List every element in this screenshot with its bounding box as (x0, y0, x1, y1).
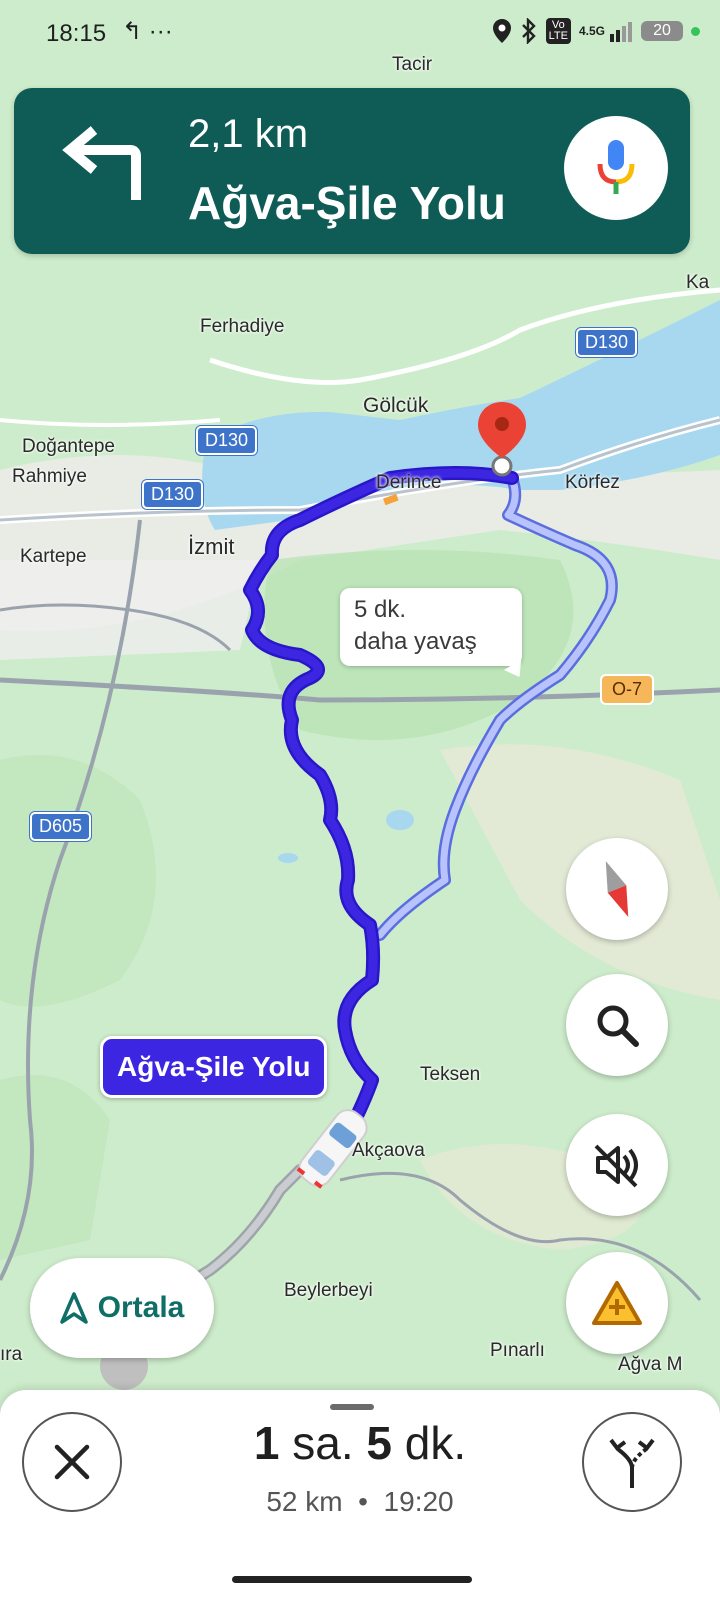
alt-route-desc: daha yavaş (354, 628, 477, 655)
place-label-kartepe: Kartepe (20, 546, 87, 567)
place-label-dogantepe: Doğantepe (22, 436, 115, 457)
location-icon (492, 19, 511, 43)
place-label-ira: ıra (0, 1344, 23, 1365)
place-label-derince: Derince (376, 472, 442, 493)
eta-hours-unit: sa. (292, 1417, 354, 1469)
trip-separator: • (358, 1486, 368, 1517)
road-shield-d605: D605 (30, 812, 92, 841)
trip-distance: 52 km (266, 1486, 343, 1517)
bluetooth-icon (521, 18, 536, 44)
road-shield-d130: D130 (142, 480, 204, 509)
status-bar: 18:15 ↰ ··· Vo LTE 4.5G 20 (0, 0, 720, 70)
road-shield-d130: D130 (196, 426, 258, 455)
report-incident-button[interactable] (566, 1252, 668, 1354)
place-label-rahmiye: Rahmiye (12, 466, 87, 487)
navigation-instruction-card[interactable]: 2,1 km Ağva-Şile Yolu (14, 88, 690, 254)
battery-icon: 20 (641, 21, 683, 41)
next-turn-distance: 2,1 km (188, 112, 309, 156)
place-label-agva: Ağva M (618, 1354, 683, 1375)
eta-minutes-unit: dk. (404, 1417, 467, 1469)
place-label-ferhadiye: Ferhadiye (200, 316, 285, 337)
alternative-route-callout[interactable]: 5 dk. daha yavaş (340, 588, 522, 666)
place-label-golcuk: Gölcük (363, 394, 429, 417)
trip-summary-sheet[interactable]: 1 sa. 5 dk. 52 km • 19:20 (0, 1390, 720, 1604)
place-label-izmit: İzmit (188, 534, 235, 559)
next-street-name: Ağva-Şile Yolu (188, 177, 506, 229)
signal-icon (610, 22, 632, 42)
place-label-akcaova: Akçaova (352, 1140, 425, 1161)
place-label-teksen: Teksen (420, 1064, 481, 1085)
destination-pin-icon[interactable] (476, 400, 528, 478)
road-shield-o7: O-7 (600, 674, 655, 705)
home-indicator[interactable] (232, 1576, 472, 1583)
recenter-button[interactable]: Ortala (30, 1258, 214, 1358)
navigation-arrow-icon (59, 1292, 88, 1324)
recenter-label: Ortala (97, 1291, 185, 1324)
current-road-label: Ağva-Şile Yolu (100, 1036, 328, 1098)
road-shield-d130: D130 (576, 328, 638, 357)
privacy-indicator-dot (691, 26, 700, 36)
sound-toggle-button[interactable] (566, 1114, 668, 1216)
compass-icon (605, 861, 629, 917)
volte-icon: Vo LTE (545, 18, 571, 44)
microphone-icon (597, 140, 635, 194)
place-label-beylerbeyi: Beylerbeyi (284, 1280, 373, 1301)
sheet-drag-handle[interactable] (330, 1404, 374, 1410)
voice-search-button[interactable] (564, 116, 668, 220)
place-label-pinarli: Pınarlı (490, 1340, 545, 1361)
add-report-icon (592, 1281, 642, 1325)
status-notification-icons: ↰ ··· (122, 18, 173, 45)
place-label-ka: Ka (686, 272, 710, 293)
alternate-routes-button[interactable] (582, 1412, 682, 1512)
alternate-routes-icon (609, 1438, 655, 1488)
compass-button[interactable] (566, 838, 668, 940)
status-indicators: Vo LTE 4.5G 20 (492, 18, 700, 44)
search-icon (597, 1005, 639, 1047)
eta-hours: 1 (253, 1417, 280, 1469)
arrival-time: 19:20 (383, 1486, 454, 1517)
sound-off-icon (594, 1144, 638, 1188)
place-label-korfez: Körfez (565, 472, 620, 493)
eta-minutes: 5 (366, 1417, 392, 1469)
search-along-route-button[interactable] (566, 974, 668, 1076)
status-time: 18:15 (46, 20, 107, 47)
alt-route-time: 5 dk. (354, 596, 407, 623)
turn-left-arrow-icon (62, 126, 141, 200)
network-label: 4.5G (578, 24, 605, 38)
